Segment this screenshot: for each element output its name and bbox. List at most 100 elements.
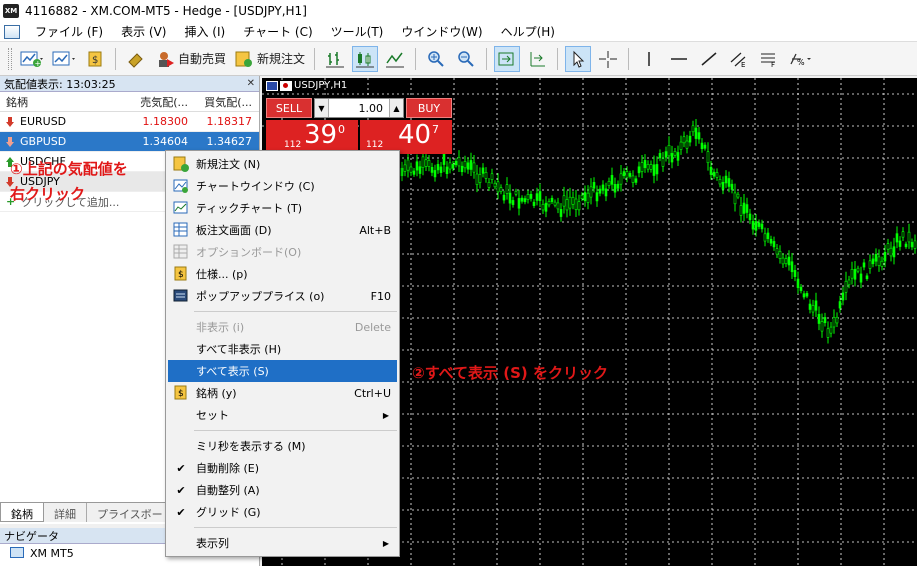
column-bid[interactable]: 売気配(... <box>130 94 192 110</box>
symbols-toolbar-icon[interactable]: $ <box>82 46 108 72</box>
menu-item-chart-window[interactable]: チャートウインドウ (C) <box>168 175 397 197</box>
toolbar-separator <box>314 47 316 70</box>
column-symbol[interactable]: 銘柄 <box>0 94 130 110</box>
title-bar: XM 4116882 - XM.COM-MT5 - Hedge - [USDJP… <box>0 0 917 22</box>
symbol-name: EURUSD <box>20 115 67 128</box>
line-chart-icon[interactable] <box>382 46 408 72</box>
auto-trading-button[interactable]: 自動売買 <box>153 46 228 72</box>
tick-chart-icon <box>173 200 189 216</box>
toolbar-grip[interactable] <box>8 47 12 70</box>
auto-scroll-icon[interactable] <box>494 45 521 72</box>
sell-price-point: 0 <box>338 123 345 136</box>
vertical-line-icon[interactable] <box>636 46 662 72</box>
toolbar-separator <box>115 47 116 70</box>
menu-item-new-order[interactable]: 新規注文 (N) <box>168 153 397 175</box>
lot-decrease-icon[interactable]: ▼ <box>315 99 329 117</box>
symbol-row-gbpusd[interactable]: GBPUSD 1.34604 1.34627 <box>0 132 259 152</box>
svg-text:F: F <box>771 61 775 68</box>
menu-item-depth-of-market[interactable]: 板注文画面 (D) Alt+B <box>168 219 397 241</box>
market-watch-title: 気配値表示: 13:03:25 <box>4 77 116 91</box>
navigator-item-label: XM MT5 <box>30 546 74 560</box>
app-menu-icon[interactable] <box>4 24 20 39</box>
sell-price-box[interactable]: 112 39 0 <box>266 120 358 154</box>
svg-text:+: + <box>35 59 42 68</box>
candlestick-chart-icon[interactable] <box>352 45 379 72</box>
uk-flag-icon <box>266 80 278 91</box>
menu-view[interactable]: 表示 (V) <box>112 22 175 42</box>
menu-item-popup-prices[interactable]: ポップアッププライス (o) F10 <box>168 285 397 307</box>
menu-charts[interactable]: チャート (C) <box>234 22 321 42</box>
lot-size-input[interactable]: ▼ 1.00 ▲ <box>314 98 404 118</box>
menu-bar: ファイル (F) 表示 (V) 挿入 (I) チャート (C) ツール(T) ウ… <box>0 22 917 42</box>
menu-window[interactable]: ウインドウ(W) <box>392 22 491 42</box>
market-watch-header: 気配値表示: 13:03:25 ✕ <box>0 76 259 92</box>
bid-price: 1.18300 <box>142 115 189 128</box>
shapes-icon[interactable]: % <box>786 46 814 72</box>
popup-prices-icon <box>173 288 189 304</box>
cursor-icon[interactable] <box>565 45 592 72</box>
annotation-line-2: 右クリック <box>10 185 86 203</box>
depth-of-market-icon <box>173 222 189 238</box>
submenu-arrow-icon: ▶ <box>382 538 389 548</box>
zoom-in-icon[interactable] <box>423 46 449 72</box>
menu-separator <box>194 311 397 312</box>
symbol-row-eurusd[interactable]: EURUSD 1.18300 1.18317 <box>0 112 259 132</box>
menu-item-show-milliseconds[interactable]: ミリ秒を表示する (M) <box>168 435 397 457</box>
menu-item-symbols[interactable]: $ 銘柄 (y) Ctrl+U <box>168 382 397 404</box>
buy-price-box[interactable]: 112 40 7 <box>360 120 452 154</box>
chart-shift-icon[interactable] <box>524 46 550 72</box>
context-menu: 新規注文 (N) チャートウインドウ (C) ティックチャート (T) 板注文画… <box>165 150 400 557</box>
buy-button[interactable]: BUY <box>406 98 452 118</box>
checkmark-icon: ✔ <box>176 483 186 497</box>
horizontal-line-icon[interactable] <box>666 46 692 72</box>
menu-item-columns[interactable]: 表示列 ▶ <box>168 532 397 554</box>
ask-price: 1.18317 <box>206 115 253 128</box>
symbol-name: GBPUSD <box>20 135 67 148</box>
buy-price-main: 40 <box>398 120 432 150</box>
menu-item-auto-arrange[interactable]: ✔ 自動整列 (A) <box>168 479 397 501</box>
menu-insert[interactable]: 挿入 (I) <box>175 22 234 42</box>
menu-item-hide-all[interactable]: すべて非表示 (H) <box>168 338 397 360</box>
xm-logo: XM <box>3 4 19 18</box>
candlestick-series <box>400 118 917 344</box>
menu-item-grid[interactable]: ✔ グリッド (G) <box>168 501 397 523</box>
menu-item-specification[interactable]: $ 仕様... (p) <box>168 263 397 285</box>
new-order-button[interactable]: 新規注文 <box>232 46 307 72</box>
svg-text:$: $ <box>178 270 184 280</box>
svg-text:$: $ <box>178 389 184 399</box>
menu-file[interactable]: ファイル (F) <box>26 22 112 42</box>
lot-increase-icon[interactable]: ▲ <box>389 99 403 117</box>
svg-text:E: E <box>741 61 745 68</box>
equidistant-channel-icon[interactable]: E <box>726 46 752 72</box>
lot-value[interactable]: 1.00 <box>329 102 389 115</box>
close-icon[interactable]: ✕ <box>247 78 255 89</box>
menu-item-sets[interactable]: セット ▶ <box>168 404 397 426</box>
column-ask[interactable]: 買気配(... <box>192 94 256 110</box>
menu-item-tick-chart[interactable]: ティックチャート (T) <box>168 197 397 219</box>
zoom-out-icon[interactable] <box>453 46 479 72</box>
checkmark-icon: ✔ <box>176 461 186 475</box>
ask-price: 1.34627 <box>206 135 253 148</box>
bar-chart-icon[interactable] <box>322 46 348 72</box>
menu-item-show-all[interactable]: すべて表示 (S) <box>168 360 397 382</box>
tab-details[interactable]: 詳細 <box>44 503 87 522</box>
chart-window-icon <box>173 178 189 194</box>
menu-item-auto-remove[interactable]: ✔ 自動削除 (E) <box>168 457 397 479</box>
tool-icon[interactable] <box>123 46 149 72</box>
instruction-annotation-1: ①上記の気配値を 右クリック <box>10 157 128 207</box>
crosshair-icon[interactable] <box>595 46 621 72</box>
menu-help[interactable]: ヘルプ(H) <box>492 22 564 42</box>
checkmark-icon: ✔ <box>176 505 186 519</box>
new-chart-icon[interactable]: + <box>18 46 46 72</box>
menu-item-hide: 非表示 (i) Delete <box>196 320 391 335</box>
menu-tools[interactable]: ツール(T) <box>322 22 393 42</box>
chart-title: USDJPY,H1 <box>266 80 347 91</box>
profiles-icon[interactable] <box>50 46 78 72</box>
sell-button[interactable]: SELL <box>266 98 312 118</box>
price-down-icon <box>6 116 14 127</box>
terminal-icon <box>10 547 24 558</box>
jp-flag-icon <box>280 80 292 91</box>
fibonacci-icon[interactable]: F <box>756 46 782 72</box>
trendline-icon[interactable] <box>696 46 722 72</box>
tab-symbols[interactable]: 銘柄 <box>0 503 44 522</box>
